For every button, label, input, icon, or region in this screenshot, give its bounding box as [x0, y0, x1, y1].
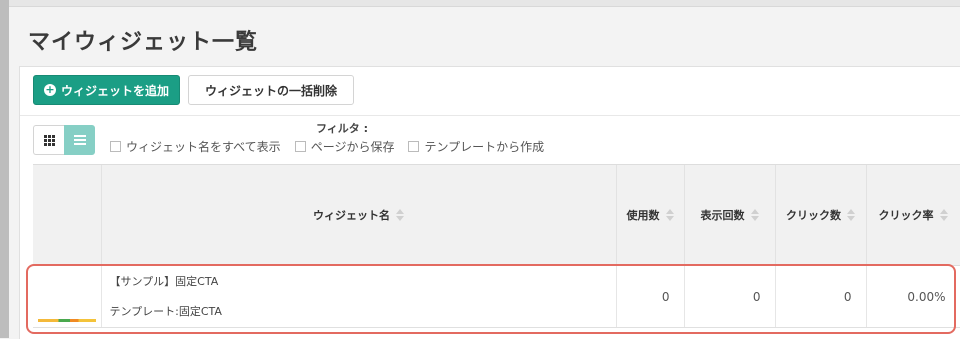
column-header-clicks-label: クリック数 — [786, 209, 841, 222]
add-widget-label: ウィジェットを追加 — [61, 83, 170, 98]
list-icon — [73, 135, 86, 145]
add-widget-button[interactable]: + ウィジェットを追加 — [33, 75, 181, 105]
widget-table: ウィジェット名 使用数 表示回数 クリック数 クリック率 【サンプル】固定CTA… — [33, 164, 960, 339]
thumbnail-header — [33, 165, 102, 266]
column-header-ctr[interactable]: クリック率 — [866, 165, 960, 266]
column-header-clicks[interactable]: クリック数 — [775, 165, 867, 266]
checkbox[interactable] — [294, 141, 306, 152]
ctr-value: 0.00% — [866, 265, 960, 328]
bulk-delete-button[interactable]: ウィジェットの一括削除 — [188, 75, 355, 105]
sort-icon — [847, 209, 855, 221]
widget-name[interactable]: 【サンプル】固定CTA — [110, 273, 616, 291]
column-header-views[interactable]: 表示回数 — [684, 165, 776, 266]
grid-icon — [43, 134, 55, 146]
filter-from-template-label: テンプレートから作成 — [424, 140, 545, 154]
top-edge — [9, 0, 960, 7]
filter-label: フィルタ : — [316, 122, 369, 135]
filter-saved-from-page[interactable]: ページから保存 — [294, 138, 395, 155]
sort-icon — [396, 209, 404, 221]
filter-options: ウィジェット名をすべて表示 ページから保存 テンプレートから作成 — [110, 138, 558, 155]
widget-name-cell[interactable]: 【サンプル】固定CTA テンプレート:固定CTA — [101, 265, 617, 328]
widget-template: テンプレート:固定CTA — [109, 304, 222, 318]
column-header-views-label: 表示回数 — [700, 209, 745, 222]
thumbnail-preview-bar — [37, 319, 96, 322]
widget-thumbnail[interactable] — [33, 265, 102, 328]
filter-show-all[interactable]: ウィジェット名をすべて表示 — [110, 138, 281, 155]
column-header-name[interactable]: ウィジェット名 — [101, 165, 617, 266]
sort-icon — [939, 209, 948, 221]
checkbox[interactable] — [110, 141, 121, 152]
divider — [20, 115, 960, 116]
views-value: 0 — [684, 265, 776, 328]
column-header-uses-label: 使用数 — [626, 209, 660, 222]
column-header-name-label: ウィジェット名 — [313, 209, 390, 222]
table-row[interactable]: 【サンプル】固定CTA テンプレート:固定CTA 0 0 0 0.00% — [33, 265, 960, 328]
page-title: マイウィジェット一覧 — [28, 30, 259, 55]
table-header-row: ウィジェット名 使用数 表示回数 クリック数 クリック率 — [33, 165, 960, 266]
filter-show-all-label: ウィジェット名をすべて表示 — [126, 140, 281, 154]
checkbox[interactable] — [408, 141, 420, 152]
toolbar: + ウィジェットを追加 ウィジェットの一括削除 — [33, 75, 355, 105]
grid-view-button[interactable] — [33, 125, 64, 155]
filter-from-template[interactable]: テンプレートから作成 — [408, 138, 544, 155]
uses-value: 0 — [616, 265, 685, 328]
sort-icon — [665, 209, 674, 221]
sort-icon — [750, 209, 759, 221]
filter-saved-from-page-label: ページから保存 — [310, 140, 395, 154]
column-header-uses[interactable]: 使用数 — [616, 165, 685, 266]
left-edge — [0, 0, 9, 338]
list-view-button[interactable] — [64, 125, 95, 155]
view-toggle — [33, 125, 95, 155]
clicks-value: 0 — [775, 265, 867, 328]
plus-circle-icon: + — [44, 83, 56, 96]
column-header-ctr-label: クリック率 — [878, 209, 934, 222]
